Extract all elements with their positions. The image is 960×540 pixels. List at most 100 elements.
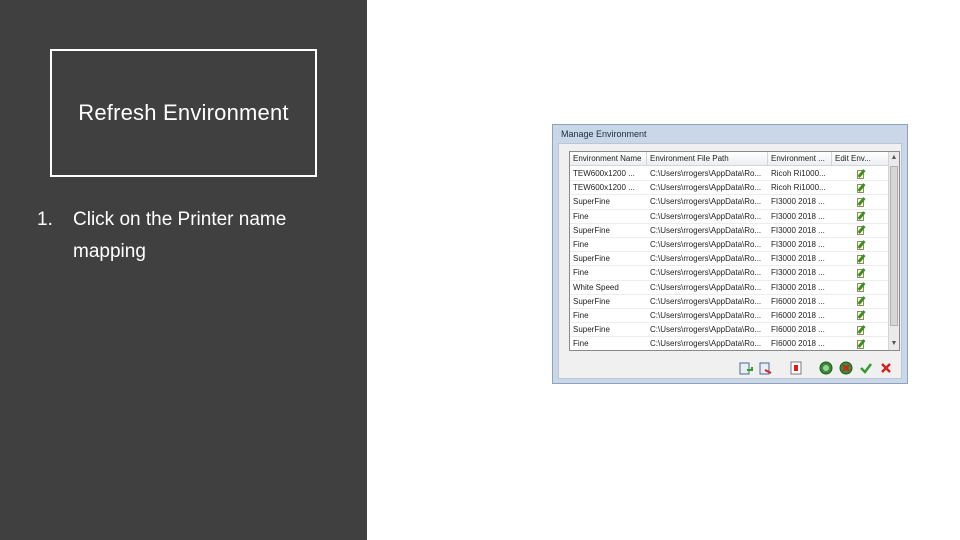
column-header-edit-env[interactable]: Edit Env...	[832, 152, 889, 165]
table-row[interactable]: Fine C:\Users\rrogers\AppData\Ro... FI3000…	[570, 210, 889, 224]
cell-environment-name: Fine	[573, 211, 589, 221]
cell-environment-name: SuperFine	[573, 296, 610, 306]
cell-environment-name: White Speed	[573, 282, 619, 292]
dialog-body: Environment Name Environment File Path E…	[558, 143, 902, 379]
import-button[interactable]	[738, 360, 754, 376]
cell-environment: FI3000 2018 ...	[771, 225, 825, 235]
delete-button[interactable]	[838, 360, 854, 376]
column-header-environment[interactable]: Environment ...	[768, 152, 832, 165]
cell-edit-env[interactable]	[832, 266, 889, 279]
dialog-toolbar	[738, 360, 894, 376]
export-icon	[759, 362, 772, 375]
vertical-scrollbar[interactable]: ▲ ▼	[888, 152, 899, 350]
edit-environment-icon[interactable]	[857, 225, 867, 236]
cell-environment-name: Fine	[573, 339, 589, 349]
edit-environment-icon[interactable]	[857, 182, 867, 193]
table-row[interactable]: Fine C:\Users\rrogers\AppData\Ro... FI6000…	[570, 309, 889, 324]
cell-edit-env[interactable]	[832, 238, 889, 251]
edit-environment-icon[interactable]	[857, 168, 867, 179]
cell-environment-name: SuperFine	[573, 225, 610, 235]
edit-environment-icon[interactable]	[857, 282, 867, 293]
cell-file-path: C:\Users\rrogers\AppData\Ro...	[650, 268, 762, 278]
delete-icon	[839, 361, 853, 375]
slide-title: Refresh Environment	[78, 100, 289, 125]
cell-environment-name: Fine	[573, 239, 589, 249]
cancel-x-icon	[881, 363, 891, 373]
left-panel: Refresh Environment 1. Click on the Prin…	[0, 0, 367, 540]
scroll-thumb[interactable]	[890, 166, 898, 326]
cell-environment-name: SuperFine	[573, 197, 610, 207]
column-header-environment-name[interactable]: Environment Name	[570, 152, 647, 165]
cell-file-path: C:\Users\rrogers\AppData\Ro...	[650, 310, 762, 320]
cell-environment: Ricoh Ri1000...	[771, 169, 826, 178]
cell-environment: FI3000 2018 ...	[771, 268, 825, 278]
edit-environment-icon[interactable]	[857, 267, 867, 278]
scroll-down-icon[interactable]: ▼	[889, 339, 899, 349]
refresh-button[interactable]	[818, 360, 834, 376]
edit-environment-icon[interactable]	[857, 239, 867, 250]
environment-grid[interactable]: Environment Name Environment File Path E…	[569, 151, 900, 351]
cell-edit-env[interactable]	[832, 309, 889, 322]
ok-check-icon	[860, 363, 872, 374]
cell-environment-name: SuperFine	[573, 325, 610, 335]
cell-environment: FI3000 2018 ...	[771, 282, 825, 292]
printer-mapping-icon	[790, 361, 802, 375]
table-row[interactable]: SuperFine C:\Users\rrogers\AppData\Ro... F…	[570, 295, 889, 309]
cell-edit-env[interactable]	[832, 167, 889, 180]
cell-environment: FI6000 2018 ...	[771, 339, 825, 349]
cell-edit-env[interactable]	[832, 323, 889, 336]
table-row[interactable]: SuperFine C:\Users\rrogers\AppData\Ro... F…	[570, 252, 889, 267]
cell-edit-env[interactable]	[832, 281, 889, 294]
cell-edit-env[interactable]	[832, 337, 889, 350]
cell-edit-env[interactable]	[832, 224, 889, 237]
table-row[interactable]: TEW600x1200 ... C:\Users\rrogers\AppData\…	[570, 167, 889, 182]
cell-environment-name: Fine	[573, 268, 589, 278]
table-row[interactable]: Fine C:\Users\rrogers\AppData\Ro... FI6000…	[570, 337, 889, 350]
cell-environment: FI6000 2018 ...	[771, 325, 825, 335]
cell-environment: FI3000 2018 ...	[771, 211, 825, 221]
ok-button[interactable]	[858, 360, 874, 376]
table-row[interactable]: SuperFine C:\Users\rrogers\AppData\Ro... F…	[570, 224, 889, 238]
edit-environment-icon[interactable]	[857, 296, 867, 307]
cell-edit-env[interactable]	[832, 181, 889, 194]
scroll-up-icon[interactable]: ▲	[889, 153, 899, 163]
cell-environment-name: TEW600x1200 ...	[573, 169, 635, 178]
cell-file-path: C:\Users\rrogers\AppData\Ro...	[650, 169, 762, 178]
step-text: Click on the Printer name mapping	[73, 209, 287, 262]
table-row[interactable]: SuperFine C:\Users\rrogers\AppData\Ro... F…	[570, 195, 889, 210]
slide-title-box: Refresh Environment	[50, 49, 317, 177]
cell-environment-name: SuperFine	[573, 254, 610, 264]
cell-environment: FI3000 2018 ...	[771, 254, 825, 264]
grid-header: Environment Name Environment File Path E…	[570, 152, 889, 166]
edit-environment-icon[interactable]	[857, 338, 867, 349]
edit-environment-icon[interactable]	[857, 197, 867, 207]
dialog-title: Manage Environment	[561, 129, 647, 139]
cell-environment-name: Fine	[573, 310, 589, 320]
cell-edit-env[interactable]	[832, 295, 889, 308]
steps-list: 1. Click on the Printer name mapping	[37, 204, 337, 268]
cell-environment: FI6000 2018 ...	[771, 296, 825, 306]
column-header-file-path[interactable]: Environment File Path	[647, 152, 768, 165]
cell-file-path: C:\Users\rrogers\AppData\Ro...	[650, 183, 762, 193]
cell-file-path: C:\Users\rrogers\AppData\Ro...	[650, 325, 762, 335]
table-row[interactable]: TEW600x1200 ... C:\Users\rrogers\AppData\…	[570, 181, 889, 196]
table-row[interactable]: Fine C:\Users\rrogers\AppData\Ro... FI3000…	[570, 266, 889, 281]
cell-file-path: C:\Users\rrogers\AppData\Ro...	[650, 211, 762, 221]
edit-environment-icon[interactable]	[857, 253, 867, 264]
export-button[interactable]	[758, 360, 774, 376]
cell-file-path: C:\Users\rrogers\AppData\Ro...	[650, 254, 762, 264]
table-row[interactable]: White Speed C:\Users\rrogers\AppData\Ro..…	[570, 281, 889, 295]
cell-edit-env[interactable]	[832, 210, 889, 223]
cell-edit-env[interactable]	[832, 252, 889, 265]
step-number: 1.	[37, 209, 53, 230]
cell-edit-env[interactable]	[832, 195, 889, 208]
cancel-button[interactable]	[878, 360, 894, 376]
table-row[interactable]: Fine C:\Users\rrogers\AppData\Ro... FI3000…	[570, 238, 889, 253]
cell-environment: FI3000 2018 ...	[771, 197, 825, 207]
edit-environment-icon[interactable]	[857, 310, 867, 321]
edit-environment-icon[interactable]	[857, 211, 867, 222]
edit-environment-icon[interactable]	[857, 324, 867, 335]
printer-mapping-button[interactable]	[788, 360, 804, 376]
table-row[interactable]: SuperFine C:\Users\rrogers\AppData\Ro... F…	[570, 323, 889, 338]
cell-file-path: C:\Users\rrogers\AppData\Ro...	[650, 296, 762, 306]
